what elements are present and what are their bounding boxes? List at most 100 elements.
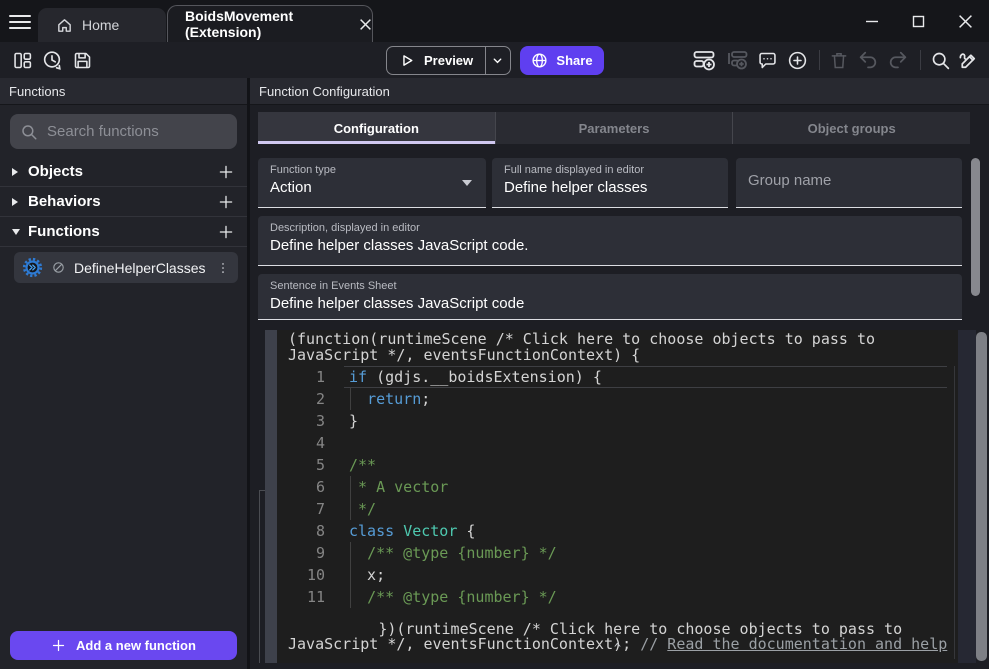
add-comment-icon[interactable]	[755, 48, 779, 72]
line-code: return;	[349, 388, 430, 410]
search-functions-input[interactable]	[47, 123, 227, 140]
delete-icon[interactable]	[827, 48, 851, 72]
toolbar-divider	[819, 50, 820, 70]
add-function-icon[interactable]	[217, 223, 235, 241]
sentence-input[interactable]	[270, 295, 950, 312]
line-number: 10	[277, 566, 325, 584]
search-icon[interactable]	[928, 48, 952, 72]
config-scrollbar[interactable]	[971, 158, 980, 296]
function-type-field[interactable]: Function type Action	[258, 158, 486, 208]
code-panel: (function(runtimeScene /* Click here to …	[250, 330, 989, 663]
add-new-function-button[interactable]: Add a new function	[10, 631, 237, 660]
line-code: x;	[349, 564, 385, 586]
tab-project[interactable]: BoidsMovement (Extension)	[167, 5, 373, 42]
close-button[interactable]	[942, 0, 989, 42]
description-input[interactable]	[270, 237, 950, 254]
window-controls	[848, 0, 989, 42]
code-line[interactable]: 5/**	[277, 454, 958, 476]
tab-home-label: Home	[82, 17, 119, 33]
preview-button[interactable]: Preview	[386, 46, 511, 75]
tab-close-icon[interactable]	[359, 18, 372, 31]
play-icon	[399, 52, 416, 69]
line-number: 5	[277, 456, 325, 474]
code-scrollbar-track	[958, 330, 976, 663]
description-label: Description, displayed in editor	[270, 222, 950, 234]
description-field[interactable]: Description, displayed in editor	[258, 216, 962, 266]
add-new-function-label: Add a new function	[76, 638, 196, 653]
code-line[interactable]: 10 x;	[277, 564, 958, 586]
code-line[interactable]: 1 if (gdjs.__boidsExtension) {	[277, 366, 958, 388]
code-line[interactable]: 7 */	[277, 498, 958, 520]
function-type-label: Function type	[270, 164, 474, 176]
preview-label: Preview	[424, 53, 473, 68]
code-line[interactable]: 8 class Vector {	[277, 520, 958, 542]
plus-icon	[51, 638, 66, 653]
line-code: if (gdjs.__boidsExtension) {	[349, 366, 602, 388]
main-header: Function Configuration	[250, 78, 989, 105]
sentence-field[interactable]: Sentence in Events Sheet	[258, 274, 962, 320]
code-header-line[interactable]: (function(runtimeScene /* Click here to …	[288, 332, 960, 363]
menu-hamburger-icon[interactable]	[9, 11, 31, 31]
javascript-code-editor[interactable]: (function(runtimeScene /* Click here to …	[277, 330, 958, 663]
kebab-menu-icon[interactable]	[216, 260, 230, 276]
code-line[interactable]: 6 * A vector	[277, 476, 958, 498]
tab-configuration[interactable]: Configuration	[258, 112, 496, 144]
version-history-icon[interactable]	[40, 48, 64, 72]
full-name-field[interactable]: Full name displayed in editor	[492, 158, 728, 208]
save-icon[interactable]	[70, 48, 94, 72]
line-code: * A vector	[349, 476, 448, 498]
configuration-tabbar: Configuration Parameters Object groups	[258, 112, 970, 144]
add-sub-event-icon[interactable]	[725, 48, 749, 72]
share-button[interactable]: Share	[520, 46, 604, 75]
code-resize-grip[interactable]	[265, 330, 277, 663]
full-name-input[interactable]	[504, 179, 716, 196]
toolbar: Preview Share	[0, 42, 989, 78]
line-number: 3	[277, 412, 325, 430]
search-functions-box[interactable]	[10, 114, 237, 149]
code-scrollbar-thumb[interactable]	[976, 332, 987, 661]
preview-dropdown-button[interactable]	[486, 47, 510, 74]
tab-home[interactable]: Home	[38, 8, 166, 42]
project-manager-icon[interactable]	[10, 48, 34, 72]
line-code: class Vector {	[349, 520, 475, 542]
code-line[interactable]: 9 /** @type {number} */	[277, 542, 958, 564]
group-name-field[interactable]	[736, 158, 962, 208]
tab-parameters[interactable]: Parameters	[496, 112, 734, 144]
line-number: 9	[277, 544, 325, 562]
line-number: 6	[277, 478, 325, 496]
line-number: 8	[277, 522, 325, 540]
code-line[interactable]: 11 /** @type {number} */	[277, 586, 958, 608]
function-item-selected[interactable]: DefineHelperClasses	[14, 252, 238, 283]
sidebar-header-title: Functions	[9, 84, 65, 99]
add-event-icon[interactable]	[692, 48, 716, 72]
undo-icon[interactable]	[856, 48, 880, 72]
add-object-icon[interactable]	[217, 163, 235, 181]
code-footer-line[interactable]: })(runtimeScene /* Click here to choose …	[288, 606, 960, 668]
toolbar-divider	[920, 50, 921, 70]
line-code: /** @type {number} */	[349, 586, 557, 608]
share-label: Share	[556, 53, 592, 68]
sidebar-section-functions[interactable]: Functions	[0, 217, 247, 247]
home-icon	[56, 17, 73, 34]
section-label: Behaviors	[28, 193, 217, 210]
redo-icon[interactable]	[886, 48, 910, 72]
group-name-input[interactable]	[748, 172, 950, 189]
code-line[interactable]: 2 return;	[277, 388, 958, 410]
javascript-function-icon	[22, 257, 43, 278]
sidebar-section-behaviors[interactable]: Behaviors	[0, 187, 247, 217]
expand-caret[interactable]: ^	[277, 642, 958, 654]
edit-pen-icon[interactable]	[956, 48, 980, 72]
line-number: 1	[277, 368, 325, 386]
preview-button-main[interactable]: Preview	[387, 47, 485, 74]
choose-event-icon[interactable]	[785, 48, 809, 72]
maximize-button[interactable]	[895, 0, 942, 42]
dropdown-arrow-icon	[462, 180, 472, 186]
code-line[interactable]: 3}	[277, 410, 958, 432]
minimize-button[interactable]	[848, 0, 895, 42]
private-icon	[51, 260, 66, 275]
tab-object-groups[interactable]: Object groups	[733, 112, 970, 144]
code-line[interactable]: 4	[277, 432, 958, 454]
sidebar-section-objects[interactable]: Objects	[0, 157, 247, 187]
line-number: 7	[277, 500, 325, 518]
add-behavior-icon[interactable]	[217, 193, 235, 211]
